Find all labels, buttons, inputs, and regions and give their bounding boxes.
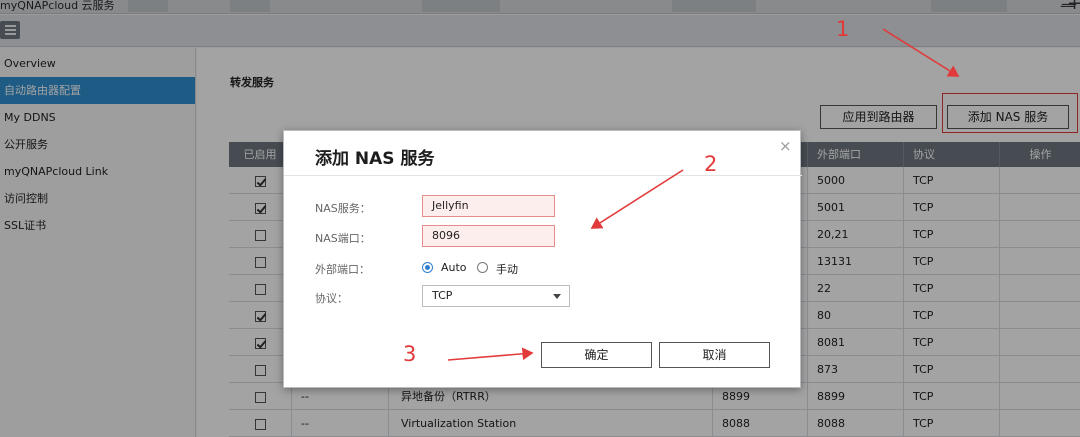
annotation-arrows bbox=[447, 28, 960, 361]
arrow-to-confirm bbox=[447, 347, 534, 361]
arrow-to-add-button bbox=[882, 28, 960, 77]
arrow-to-inputs bbox=[590, 169, 684, 229]
